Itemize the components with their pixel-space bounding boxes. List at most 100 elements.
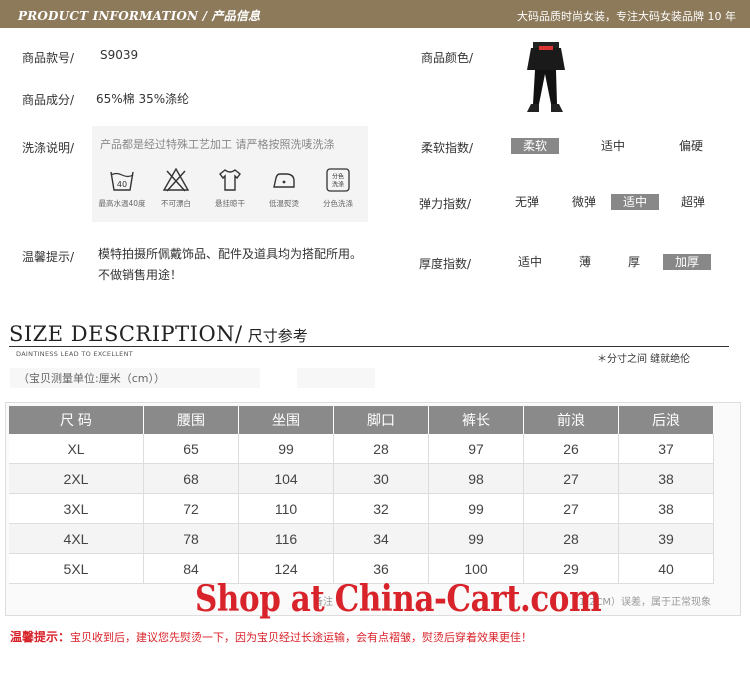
softness-option-medium: 适中 [600, 139, 625, 153]
material-label: 商品成分/ [22, 93, 75, 107]
model-legs-image [527, 42, 565, 112]
sku-label: 商品款号/ [22, 51, 75, 65]
table-row: 2XL 68 104 30 98 27 38 [9, 464, 714, 494]
thickness-option-extra-thick: 加厚 [663, 254, 711, 270]
table-cell: 38 [619, 494, 714, 524]
wash-caption: 低温熨烫 [269, 199, 299, 208]
table-cell: 110 [239, 494, 334, 524]
thickness-label: 厚度指数/ [419, 257, 472, 271]
no-bleach-icon [162, 167, 190, 192]
size-table: 尺 码 腰围 坐围 脚口 裤长 前浪 后浪 XL 65 99 28 97 26 … [9, 406, 714, 584]
table-cell: 97 [429, 434, 524, 464]
thickness-option-medium: 适中 [517, 255, 542, 269]
softness-option-soft: 柔软 [511, 138, 559, 154]
table-row: 3XL 72 110 32 99 27 38 [9, 494, 714, 524]
col-waist: 腰围 [144, 406, 239, 434]
elasticity-option-high: 超弹 [680, 195, 705, 209]
table-cell: 2XL [9, 464, 144, 494]
size-table-header-row: 尺 码 腰围 坐围 脚口 裤长 前浪 后浪 [9, 406, 714, 434]
elasticity-label: 弹力指数/ [419, 197, 472, 211]
wash-label: 洗涤说明/ [22, 141, 75, 155]
wash-item: 低温熨烫 [260, 166, 308, 209]
size-heading-en: SIZE DESCRIPTION/ [9, 322, 243, 346]
table-cell: 28 [524, 524, 619, 554]
col-hem: 脚口 [334, 406, 429, 434]
table-cell: 38 [619, 464, 714, 494]
hang-dry-icon [219, 169, 241, 191]
header-title: PRODUCT INFORMATION / 产品信息 [18, 9, 261, 23]
wash-caption: 不可漂白 [161, 199, 191, 208]
col-size: 尺 码 [9, 406, 144, 434]
size-heading-cn: 尺寸参考 [247, 327, 308, 345]
tips-label: 温馨提示/ [22, 250, 75, 264]
table-cell: 99 [429, 524, 524, 554]
wash-caption: 悬挂晾干 [215, 199, 245, 208]
col-hip: 坐围 [239, 406, 334, 434]
svg-text:40: 40 [117, 180, 127, 189]
wash-caption: 最高水温40度 [98, 199, 146, 208]
table-cell: 98 [429, 464, 524, 494]
table-cell: 37 [619, 434, 714, 464]
elasticity-option-none: 无弹 [514, 195, 539, 209]
tips-line-1: 模特拍摄所佩戴饰品、配件及道具均为搭配所用。 [98, 247, 363, 261]
wash-instructions-panel: 产品都是经过特殊工艺加工 请严格按照洗唛洗涤 40 最高水温40度 不可漂白 悬… [92, 126, 368, 222]
table-cell: 65 [144, 434, 239, 464]
svg-text:分色: 分色 [332, 173, 344, 181]
table-cell: 34 [334, 524, 429, 554]
size-heading: SIZE DESCRIPTION/ 尺寸参考 [9, 322, 308, 346]
product-photo [521, 40, 571, 116]
table-cell: 4XL [9, 524, 144, 554]
softness-label: 柔软指数/ [421, 141, 474, 155]
watermark: Shop at China-Cart.com [195, 578, 602, 620]
thickness-option-thick: 厚 [627, 255, 640, 269]
table-cell: 5XL [9, 554, 144, 584]
unit-note: （宝贝测量单位:厘米（cm）） [10, 368, 260, 388]
wash-item: 分色 洗涤 分色洗涤 [314, 166, 362, 209]
wash-header: 产品都是经过特殊工艺加工 请严格按照洗唛洗涤 [100, 138, 335, 151]
table-cell: 68 [144, 464, 239, 494]
elasticity-option-medium: 适中 [611, 194, 659, 210]
size-slogan: ＊分寸之间 缝就绝伦 [597, 354, 691, 365]
warm-tip-text: 宝贝收到后，建议您先熨烫一下，因为宝贝经过长途运输，会有点褶皱，熨烫后穿着效果更… [70, 631, 533, 644]
size-subtitle: DAINTINESS LEAD TO EXCELLENT [16, 350, 134, 358]
unit-note-spacer [297, 368, 375, 388]
material-value: 65%棉 35%涤纶 [96, 92, 190, 106]
warm-tip: 温馨提示：宝贝收到后，建议您先熨烫一下，因为宝贝经过长途运输，会有点褶皱，熨烫后… [10, 628, 532, 645]
wash-caption: 分色洗涤 [323, 199, 353, 208]
table-cell: 40 [619, 554, 714, 584]
col-length: 裤长 [429, 406, 524, 434]
separate-wash-icon: 分色 洗涤 [326, 168, 350, 192]
wash-item: 不可漂白 [152, 166, 200, 209]
elasticity-option-slight: 微弹 [571, 195, 596, 209]
size-heading-divider [9, 346, 729, 347]
header-bar: PRODUCT INFORMATION / 产品信息 大码品质时尚女装，专注大码… [0, 0, 750, 28]
low-iron-icon [273, 173, 295, 188]
table-row: 4XL 78 116 34 99 28 39 [9, 524, 714, 554]
table-cell: 27 [524, 464, 619, 494]
table-cell: 72 [144, 494, 239, 524]
table-cell: 99 [429, 494, 524, 524]
warm-tip-label: 温馨提示： [10, 630, 71, 644]
sku-value: S9039 [100, 48, 139, 62]
table-cell: 26 [524, 434, 619, 464]
table-cell: 3XL [9, 494, 144, 524]
table-cell: XL [9, 434, 144, 464]
table-cell: 39 [619, 524, 714, 554]
table-cell: 78 [144, 524, 239, 554]
table-cell: 116 [239, 524, 334, 554]
table-row: XL 65 99 28 97 26 37 [9, 434, 714, 464]
table-cell: 30 [334, 464, 429, 494]
wash-item: 40 最高水温40度 [98, 166, 146, 209]
table-cell: 104 [239, 464, 334, 494]
table-cell: 28 [334, 434, 429, 464]
table-cell: 27 [524, 494, 619, 524]
thickness-option-thin: 薄 [578, 255, 591, 269]
color-label: 商品颜色/ [421, 51, 474, 65]
tips-line-2: 不做销售用途！ [98, 268, 183, 282]
wash-40-icon: 40 [110, 171, 134, 191]
table-cell: 32 [334, 494, 429, 524]
softness-option-hard: 偏硬 [678, 139, 703, 153]
col-back-rise: 后浪 [619, 406, 714, 434]
wash-icon-row: 40 最高水温40度 不可漂白 悬挂晾干 低温熨烫 分色 洗涤 分色洗涤 [98, 166, 362, 209]
wash-item: 悬挂晾干 [206, 166, 254, 209]
